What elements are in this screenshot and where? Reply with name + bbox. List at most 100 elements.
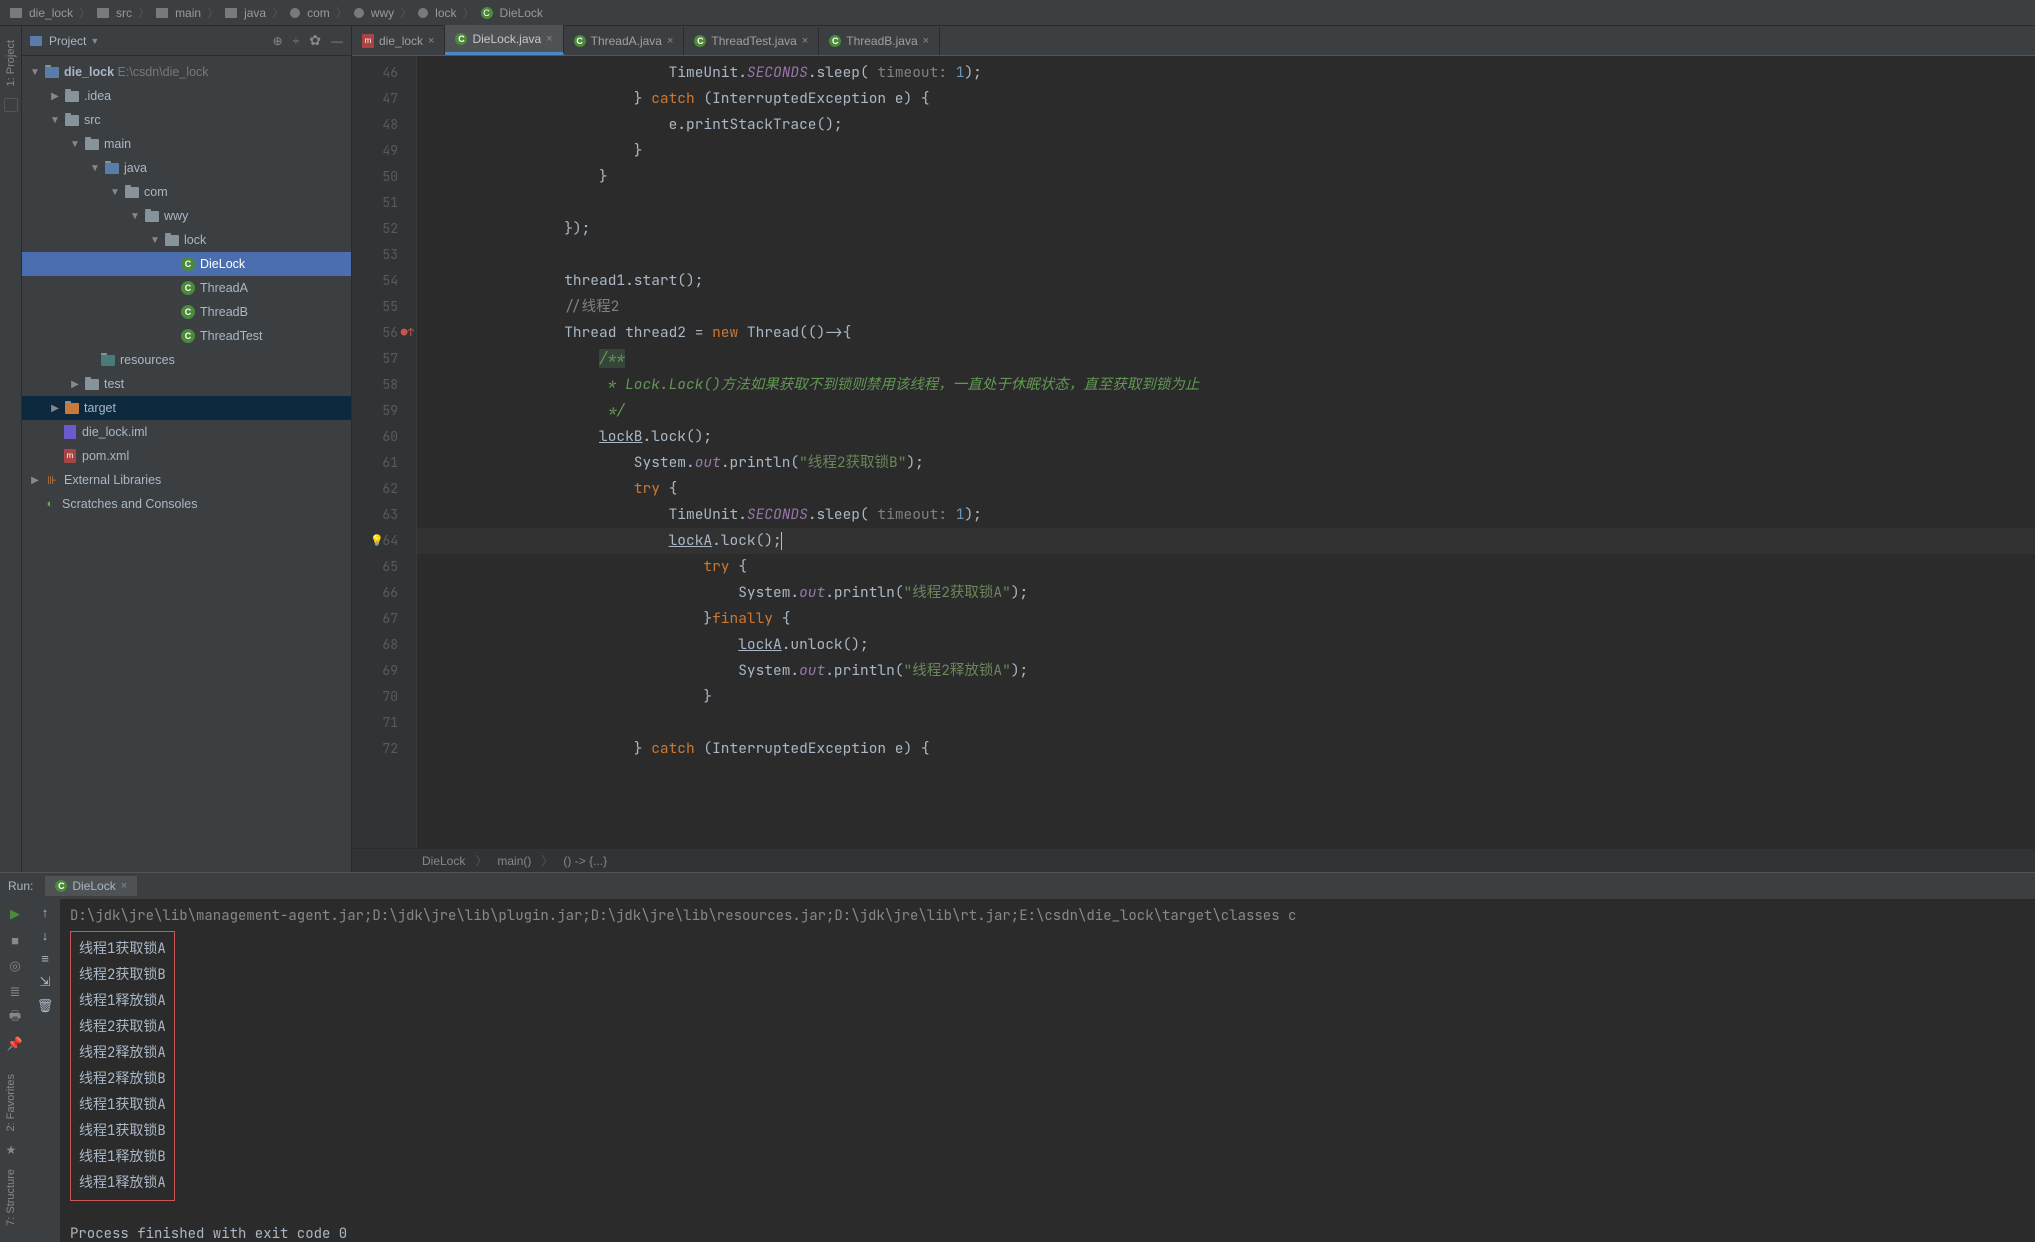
- code-line[interactable]: thread1.start();: [417, 268, 2035, 294]
- code-line[interactable]: }: [417, 164, 2035, 190]
- code-line[interactable]: try {: [417, 554, 2035, 580]
- target-icon[interactable]: ⊕: [273, 34, 283, 48]
- up-button[interactable]: ↑: [42, 905, 49, 920]
- project-title[interactable]: Project: [49, 34, 86, 48]
- crumb[interactable]: wwy: [371, 6, 394, 20]
- gear-icon[interactable]: ✿: [309, 32, 321, 49]
- navigation-bar: die_lock 〉 src 〉 main 〉 java 〉 com 〉 wwy…: [0, 0, 2035, 26]
- minimize-icon[interactable]: —: [331, 34, 343, 48]
- crumb[interactable]: src: [116, 6, 132, 20]
- tree-item-pom[interactable]: m pom.xml: [22, 444, 351, 468]
- crumb[interactable]: DieLock: [500, 6, 543, 20]
- code-line[interactable]: System.out.println("线程2释放锁A");: [417, 658, 2035, 684]
- tree-item-scratches[interactable]: ◐ Scratches and Consoles: [22, 492, 351, 516]
- code-line[interactable]: });: [417, 216, 2035, 242]
- code-line[interactable]: System.out.println("线程2获取锁A");: [417, 580, 2035, 606]
- tree-item-idea[interactable]: ▶ .idea: [22, 84, 351, 108]
- project-tree[interactable]: ▼ die_lock E:\csdn\die_lock ▶ .idea ▼ sr…: [22, 56, 351, 872]
- tree-item-dielock[interactable]: C DieLock: [22, 252, 351, 276]
- close-icon[interactable]: ×: [121, 880, 127, 892]
- code-line[interactable]: } catch (InterruptedException e) {: [417, 86, 2035, 112]
- editor-tab[interactable]: CThreadB.java×: [819, 27, 940, 55]
- crumb[interactable]: java: [244, 6, 266, 20]
- tree-item-threadtest[interactable]: C ThreadTest: [22, 324, 351, 348]
- code-line[interactable]: System.out.println("线程2获取锁B");: [417, 450, 2035, 476]
- tree-item-target[interactable]: ▶ target: [22, 396, 351, 420]
- layout-button[interactable]: ≣: [6, 983, 24, 1001]
- structure-strip-tab[interactable]: 7: Structure: [5, 1169, 17, 1226]
- code-body[interactable]: TimeUnit.SECONDS.sleep( timeout: 1); } c…: [417, 56, 2035, 848]
- code-line[interactable]: /**: [417, 346, 2035, 372]
- tree-item-threadb[interactable]: C ThreadB: [22, 300, 351, 324]
- close-icon[interactable]: ×: [667, 35, 673, 47]
- editor-tab[interactable]: CThreadTest.java×: [684, 27, 819, 55]
- close-icon[interactable]: ×: [546, 33, 552, 45]
- code-line[interactable]: * Lock.Lock()方法如果获取不到锁则禁用该线程，一直处于休眠状态，直至…: [417, 372, 2035, 398]
- close-icon[interactable]: ×: [802, 35, 808, 47]
- code-editor[interactable]: 4647484950515253545556●↑5758596061626364…: [352, 56, 2035, 848]
- maven-icon: m: [362, 34, 374, 48]
- tree-item-lock[interactable]: ▼ lock: [22, 228, 351, 252]
- run-tab[interactable]: C DieLock ×: [45, 876, 137, 896]
- down-button[interactable]: ↓: [42, 928, 49, 943]
- tree-item-com[interactable]: ▼ com: [22, 180, 351, 204]
- code-line[interactable]: [417, 242, 2035, 268]
- crumb[interactable]: die_lock: [29, 6, 73, 20]
- code-line[interactable]: lockA.unlock();: [417, 632, 2035, 658]
- editor-tab[interactable]: CThreadA.java×: [564, 27, 685, 55]
- stop-button[interactable]: ■: [6, 931, 24, 949]
- scroll-button[interactable]: ⇲: [40, 974, 51, 990]
- print-button[interactable]: 🖶: [6, 1009, 24, 1027]
- project-strip-tab[interactable]: 1: Project: [5, 40, 17, 86]
- tree-item-main[interactable]: ▼ main: [22, 132, 351, 156]
- crumb[interactable]: lock: [435, 6, 456, 20]
- tree-item-src[interactable]: ▼ src: [22, 108, 351, 132]
- rerun-button[interactable]: ▶: [6, 905, 24, 923]
- soft-wrap-button[interactable]: ≡: [41, 951, 49, 966]
- favorites-strip-tab[interactable]: 2: Favorites: [5, 1074, 17, 1131]
- project-header: Project ▼ ⊕ ÷ ✿ —: [22, 26, 351, 56]
- crumb[interactable]: com: [307, 6, 330, 20]
- clear-button[interactable]: 🗑: [37, 998, 54, 1014]
- code-line[interactable]: TimeUnit.SECONDS.sleep( timeout: 1);: [417, 502, 2035, 528]
- code-line[interactable]: }: [417, 138, 2035, 164]
- dump-button[interactable]: ◎: [6, 957, 24, 975]
- tree-item-test[interactable]: ▶ test: [22, 372, 351, 396]
- tree-item-iml[interactable]: die_lock.iml: [22, 420, 351, 444]
- crumb[interactable]: main: [175, 6, 201, 20]
- code-line[interactable]: lockA.lock();: [417, 528, 2035, 554]
- close-icon[interactable]: ×: [923, 35, 929, 47]
- code-line[interactable]: }finally {: [417, 606, 2035, 632]
- trail-item[interactable]: main(): [497, 854, 531, 868]
- trail-item[interactable]: () -> {...}: [563, 854, 607, 868]
- code-line[interactable]: try {: [417, 476, 2035, 502]
- breadcrumb[interactable]: die_lock 〉 src 〉 main 〉 java 〉 com 〉 wwy…: [10, 4, 543, 21]
- trail-item[interactable]: DieLock: [422, 854, 465, 868]
- tree-item-wwy[interactable]: ▼ wwy: [22, 204, 351, 228]
- tree-item-threada[interactable]: C ThreadA: [22, 276, 351, 300]
- code-line[interactable]: [417, 710, 2035, 736]
- code-line[interactable]: lockB.lock();: [417, 424, 2035, 450]
- tree-item-resources[interactable]: resources: [22, 348, 351, 372]
- code-line[interactable]: } catch (InterruptedException e) {: [417, 736, 2035, 762]
- tool-strip-icon[interactable]: [4, 98, 18, 112]
- close-icon[interactable]: ×: [428, 35, 434, 47]
- run-label: Run:: [8, 879, 33, 893]
- code-line[interactable]: //线程2: [417, 294, 2035, 320]
- editor-tab[interactable]: mdie_lock×: [352, 27, 445, 55]
- code-line[interactable]: Thread thread2 = new Thread(()->{: [417, 320, 2035, 346]
- editor-tab[interactable]: CDieLock.java×: [445, 25, 563, 55]
- code-line[interactable]: TimeUnit.SECONDS.sleep( timeout: 1);: [417, 60, 2035, 86]
- code-line[interactable]: e.printStackTrace();: [417, 112, 2035, 138]
- tree-root[interactable]: ▼ die_lock E:\csdn\die_lock: [22, 60, 351, 84]
- folder-icon: [10, 8, 22, 18]
- console-output[interactable]: D:\jdk\jre\lib\management-agent.jar;D:\j…: [60, 899, 2035, 1242]
- code-line[interactable]: [417, 190, 2035, 216]
- tree-item-java[interactable]: ▼ java: [22, 156, 351, 180]
- pin-button[interactable]: 📌: [6, 1035, 24, 1053]
- aim-icon[interactable]: ÷: [293, 34, 300, 48]
- code-line[interactable]: */: [417, 398, 2035, 424]
- tree-item-external[interactable]: ▶⊪ External Libraries: [22, 468, 351, 492]
- editor-breadcrumb[interactable]: DieLock 〉 main() 〉 () -> {...}: [352, 848, 2035, 872]
- code-line[interactable]: }: [417, 684, 2035, 710]
